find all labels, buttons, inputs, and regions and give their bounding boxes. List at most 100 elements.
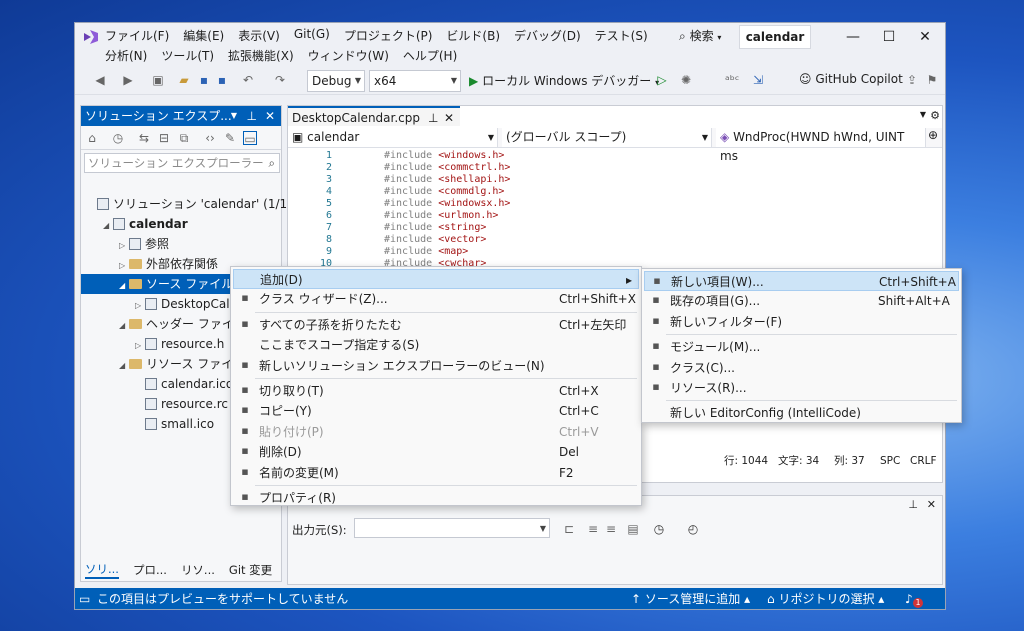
tree-item[interactable]: ソリューション 'calendar' (1/1 の	[81, 194, 303, 214]
expand-arrow-icon[interactable]: ◢	[103, 216, 113, 236]
code-line[interactable]: #include <string>	[384, 222, 486, 233]
start-debugger-button[interactable]: ▶ ローカル Windows デバッガー ▾	[469, 72, 659, 89]
pin-icon[interactable]: ⊥	[908, 498, 918, 511]
close-icon[interactable]: ✕	[265, 106, 275, 126]
pin-icon[interactable]: ⊥	[428, 108, 438, 128]
menu-item[interactable]: ▪ 新しいフィルター(F)	[644, 312, 959, 332]
menu-item[interactable]: 表示(V)	[238, 27, 280, 44]
code-line[interactable]: #include <windowsx.h>	[384, 198, 510, 209]
undo-icon[interactable]: ↶	[241, 73, 255, 87]
scope-dropdown[interactable]: (グローバル スコープ) ▼	[502, 128, 712, 147]
code-line[interactable]: #include <map>	[384, 246, 468, 257]
panel-tab[interactable]: プロ...	[133, 562, 167, 578]
save-all-icon[interactable]: ▪	[215, 73, 229, 87]
menu-item[interactable]: ▪ 削除(D) Del	[233, 442, 639, 462]
share-icon[interactable]: ⇪	[905, 73, 919, 87]
repository-button[interactable]: ⌂ リポジトリの選択 ▴	[767, 588, 884, 609]
hot-reload-icon[interactable]: ✺	[679, 73, 693, 87]
minimize-button[interactable]: —	[835, 26, 871, 48]
sync-icon[interactable]: ⇆	[137, 131, 151, 145]
close-icon[interactable]: ✕	[444, 108, 454, 128]
code-line[interactable]: #include <windows.h>	[384, 150, 504, 161]
menu-item[interactable]: テスト(S)	[595, 27, 648, 44]
output-source-select[interactable]: ▼	[354, 518, 550, 538]
menu-item[interactable]: ビルド(B)	[446, 27, 500, 44]
menu-item[interactable]: 追加(D) ▸	[233, 269, 639, 289]
expand-arrow-icon[interactable]: ▷	[135, 296, 145, 316]
split-icon[interactable]: ⊕	[928, 128, 938, 142]
code-line[interactable]: #include <vector>	[384, 234, 486, 245]
home-icon[interactable]: ⌂	[85, 131, 99, 145]
menu-item[interactable]: ▪ 既存の項目(G)... Shift+Alt+A	[644, 291, 959, 311]
source-control-button[interactable]: ↑ ソース管理に追加 ▴	[631, 588, 750, 609]
menu-item[interactable]: 拡張機能(X)	[228, 47, 294, 64]
menu-item[interactable]: 編集(E)	[183, 27, 224, 44]
next-icon[interactable]: ≡	[604, 522, 618, 536]
panel-tab[interactable]: リソ...	[181, 562, 215, 578]
close-icon[interactable]: ✕	[927, 498, 936, 511]
configuration-select[interactable]: Debug ▼	[307, 70, 365, 92]
history-icon[interactable]: ◷	[111, 131, 125, 145]
step-icon[interactable]: ⇲	[751, 73, 765, 87]
expand-arrow-icon[interactable]: ◢	[119, 316, 129, 336]
menu-item[interactable]: ▪ クラス ウィザード(Z)... Ctrl+Shift+X	[233, 289, 639, 309]
github-copilot-button[interactable]: ☺ GitHub Copilot	[799, 72, 903, 86]
open-folder-icon[interactable]: ▰	[177, 73, 191, 87]
spell-check-icon[interactable]: ᵃᵇᶜ	[725, 73, 739, 87]
find-icon[interactable]: ⊏	[562, 522, 576, 536]
tree-item[interactable]: ▷ 参照	[81, 234, 281, 254]
clear-icon[interactable]: ▤	[626, 522, 640, 536]
function-dropdown[interactable]: ◈ WndProc(HWND hWnd, UINT ms	[716, 128, 926, 163]
wrench-icon[interactable]: ✎	[223, 131, 237, 145]
panel-tab[interactable]: ソリ...	[85, 561, 119, 579]
expand-arrow-icon[interactable]: ▷	[119, 256, 129, 276]
expand-arrow-icon[interactable]: ◢	[119, 356, 129, 376]
preview-icon[interactable]: ▭	[243, 131, 257, 146]
menu-item[interactable]: ウィンドウ(W)	[308, 47, 389, 64]
clock-icon[interactable]: ◴	[686, 522, 700, 536]
menu-item[interactable]: ▪ プロパティ(R)	[233, 488, 639, 508]
menu-item[interactable]: プロジェクト(P)	[344, 27, 433, 44]
forward-icon[interactable]: ▶	[121, 73, 135, 87]
close-button[interactable]: ✕	[907, 26, 943, 48]
prev-icon[interactable]: ≡	[586, 522, 600, 536]
chevron-down-icon[interactable]: ▼	[920, 110, 926, 119]
code-line[interactable]: #include <urlmon.h>	[384, 210, 498, 221]
maximize-button[interactable]: ☐	[871, 26, 907, 48]
document-tab[interactable]: DesktopCalendar.cpp ⊥ ✕	[288, 106, 460, 126]
menu-item[interactable]: ▪ クラス(C)...	[644, 358, 959, 378]
code-line[interactable]: #include <commctrl.h>	[384, 162, 510, 173]
menu-item[interactable]: ▪ 切り取り(T) Ctrl+X	[233, 381, 639, 401]
search-box[interactable]: ⌕ 検索 ▾	[679, 27, 721, 44]
project-dropdown[interactable]: ▣ calendar ▼	[288, 128, 498, 147]
tree-item[interactable]: ◢ calendar	[81, 214, 281, 234]
notification-bell-icon[interactable]: ♪	[905, 588, 913, 609]
code-line[interactable]: #include <shellapi.h>	[384, 174, 510, 185]
menu-item[interactable]: ここまでスコープ指定する(S)	[233, 335, 639, 355]
panel-tab[interactable]: Git 変更	[229, 562, 272, 578]
expand-arrow-icon[interactable]: ▷	[119, 236, 129, 256]
save-icon[interactable]: ▪	[197, 73, 211, 87]
gear-icon[interactable]: ⚙	[930, 109, 940, 122]
menu-item[interactable]: 新しい EditorConfig (IntelliCode)	[644, 403, 959, 423]
menu-item[interactable]: ヘルプ(H)	[403, 47, 457, 64]
collapse-all-icon[interactable]: ⊟	[157, 131, 171, 145]
solution-explorer-search[interactable]: ソリューション エクスプローラー ⌕	[84, 153, 280, 173]
platform-select[interactable]: x64 ▼	[369, 70, 461, 92]
show-all-files-icon[interactable]: ⧉	[177, 131, 191, 145]
redo-icon[interactable]: ↷	[273, 73, 287, 87]
expand-arrow-icon[interactable]: ▷	[135, 336, 145, 356]
menu-item[interactable]: ▪ 新しいソリューション エクスプローラーのビュー(N)	[233, 356, 639, 376]
menu-item[interactable]: Git(G)	[294, 27, 330, 44]
menu-item[interactable]: 分析(N)	[105, 47, 147, 64]
menu-item[interactable]: ファイル(F)	[105, 27, 169, 44]
feedback-icon[interactable]: ⚑	[925, 73, 939, 87]
code-line[interactable]: #include <commdlg.h>	[384, 186, 504, 197]
menu-item[interactable]: ▪ すべての子孫を折りたたむ Ctrl+左矢印	[233, 315, 639, 335]
menu-item[interactable]: ツール(T)	[161, 47, 214, 64]
pin-icon[interactable]: ⊥	[247, 106, 257, 126]
back-icon[interactable]: ◀	[93, 73, 107, 87]
menu-item[interactable]: ▪ モジュール(M)...	[644, 337, 959, 357]
menu-item[interactable]: ▪ コピー(Y) Ctrl+C	[233, 401, 639, 421]
menu-item[interactable]: デバッグ(D)	[514, 27, 581, 44]
